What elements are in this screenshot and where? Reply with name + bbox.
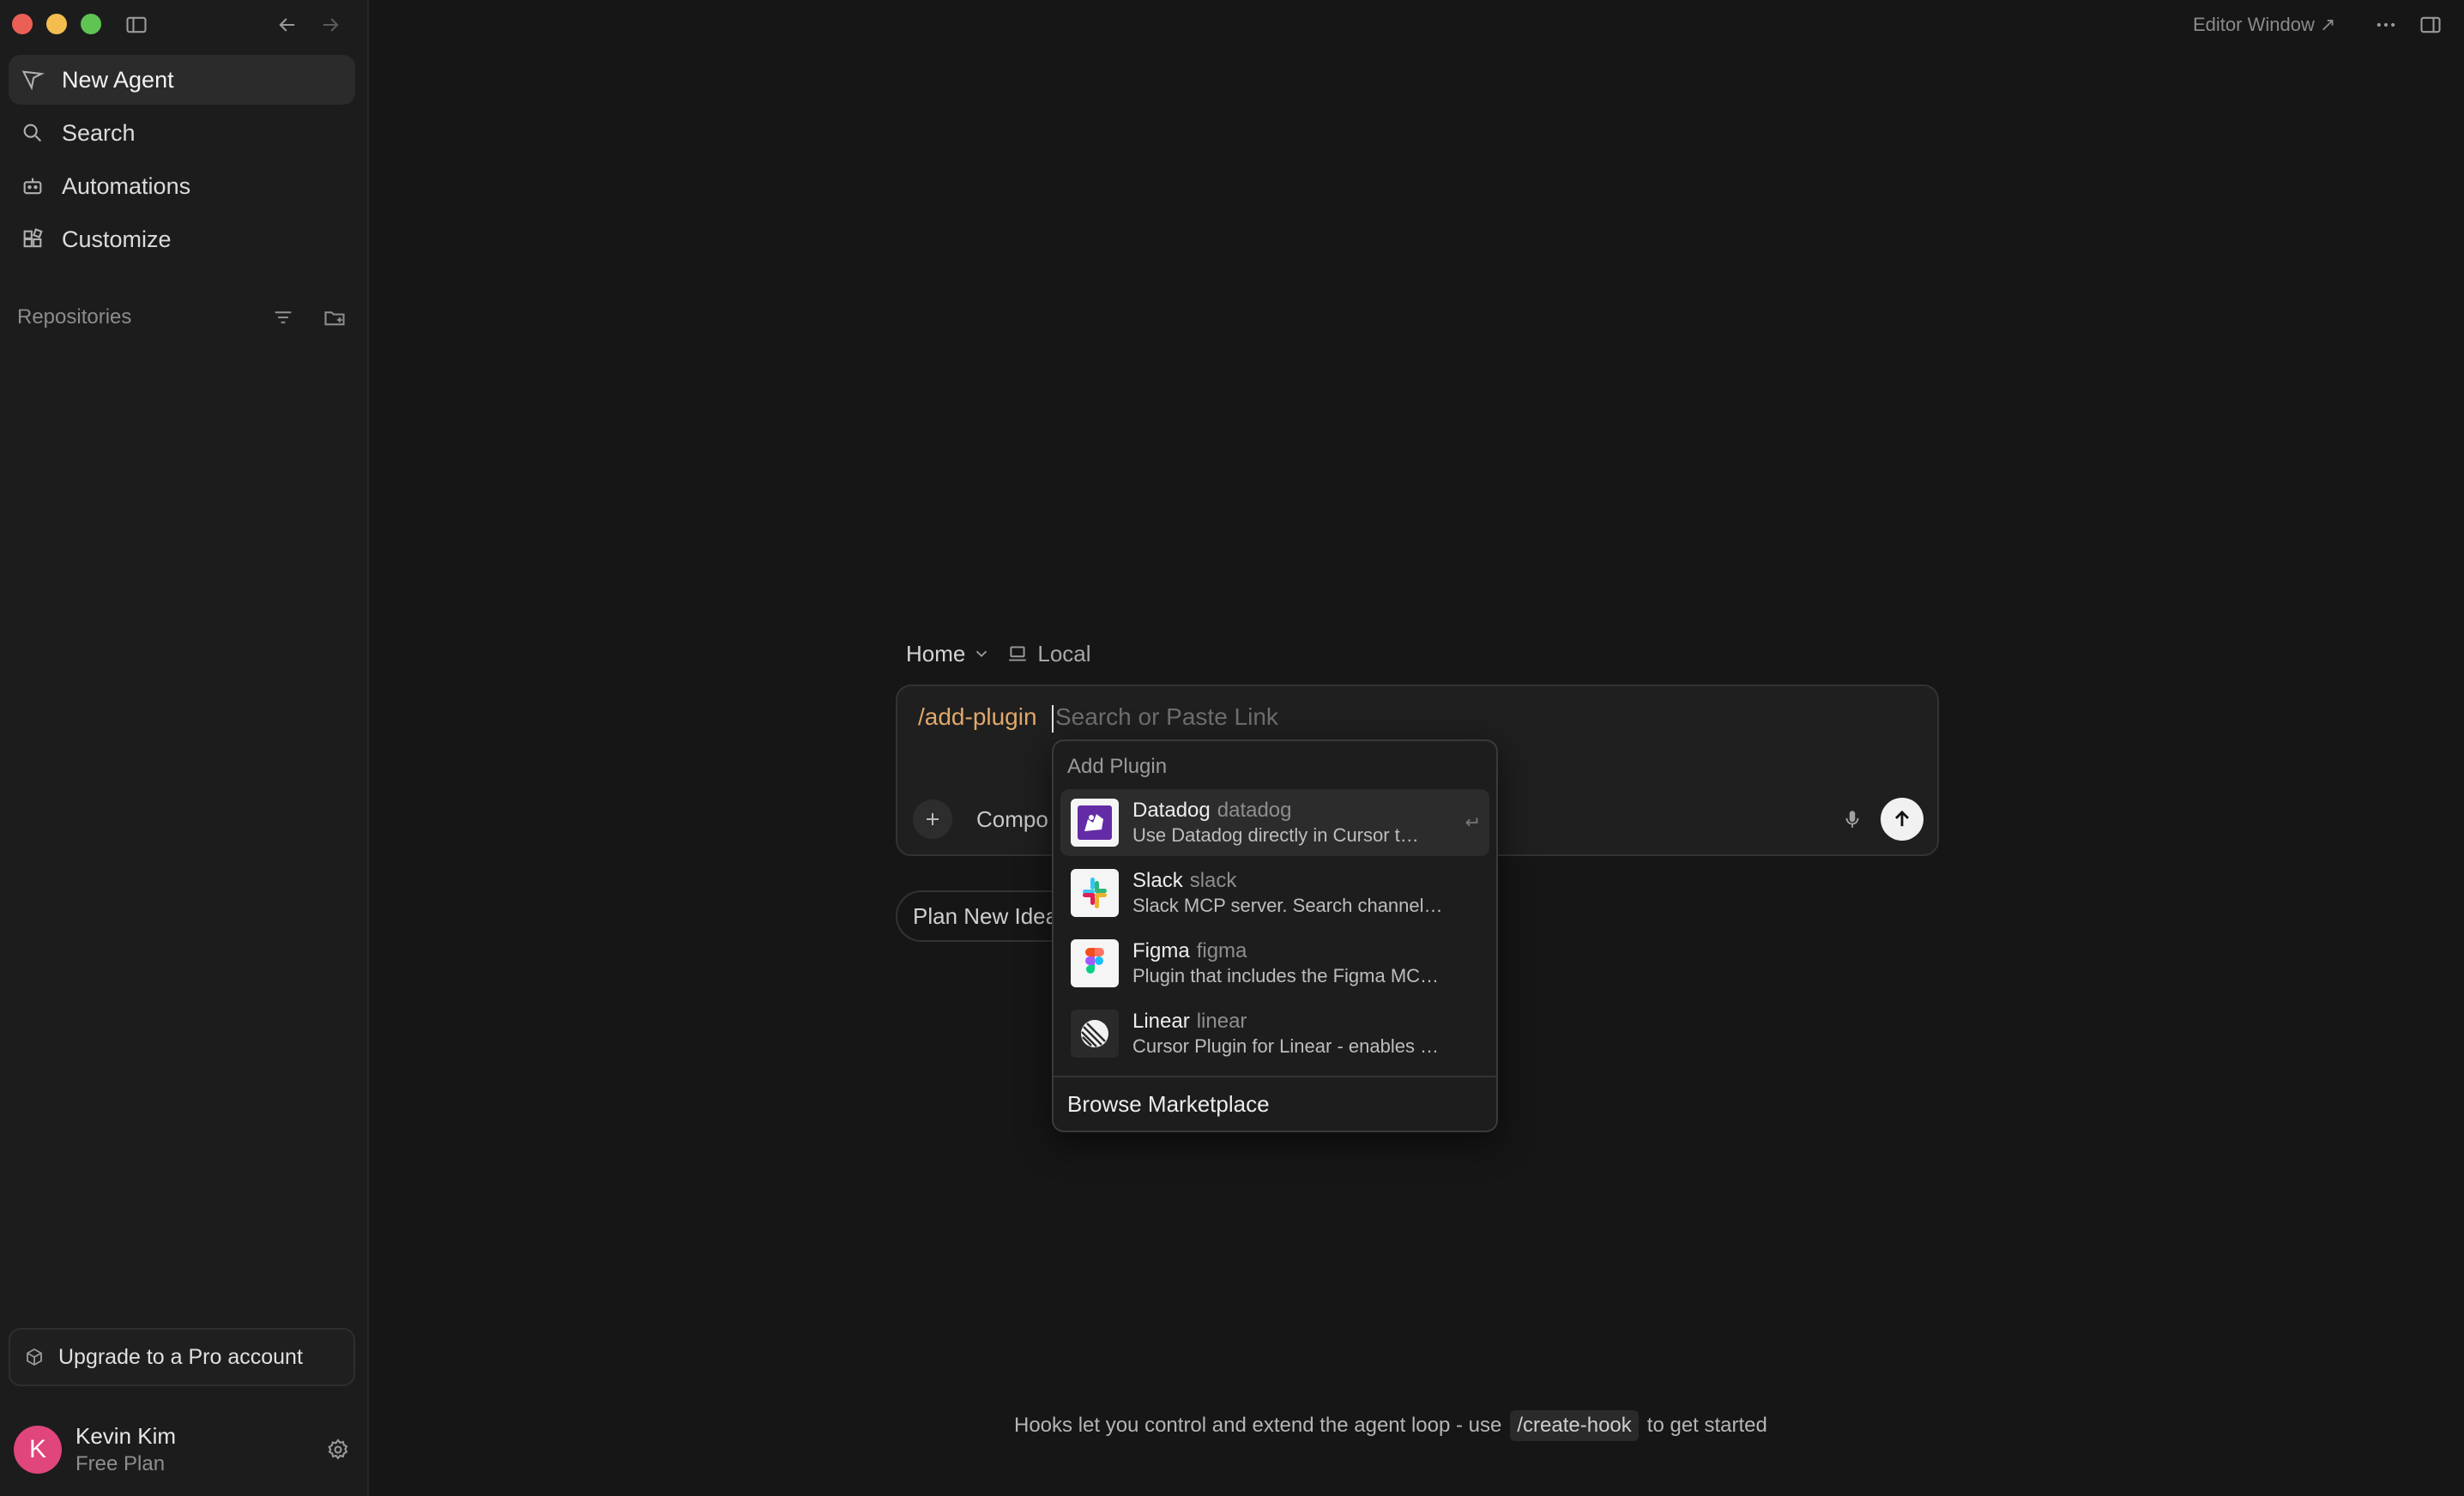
hint-text-before: Hooks let you control and extend the age… (1014, 1414, 1502, 1437)
sidebar-item-automations[interactable]: Automations (9, 161, 355, 211)
mode-selector[interactable]: Compo (976, 806, 1048, 833)
add-folder-icon[interactable] (317, 300, 352, 335)
user-profile[interactable]: K Kevin Kim Free Plan (14, 1417, 355, 1482)
laptop-icon (1009, 646, 1027, 661)
filter-icon[interactable] (266, 300, 300, 335)
editor-window-button[interactable]: Editor Window ↗ (2193, 12, 2335, 38)
dropdown-header: Add Plugin (1067, 755, 1168, 778)
new-agent-icon (21, 70, 45, 91)
sidebar-item-new-agent[interactable]: New Agent (9, 55, 355, 105)
forward-arrow-icon[interactable] (316, 10, 345, 39)
arrow-up-icon (1895, 810, 1909, 827)
user-name: Kevin Kim (75, 1423, 177, 1449)
settings-gear-icon[interactable] (321, 1433, 355, 1467)
plugin-slug: slack (1189, 869, 1237, 892)
slash-command: /add-plugin (918, 703, 1037, 730)
sidebar-item-label: New Agent (62, 66, 174, 93)
plugin-name: Figma (1132, 939, 1190, 962)
create-hook-code: /create-hook (1510, 1410, 1639, 1441)
editor-window-label: Editor Window ↗ (2193, 14, 2336, 35)
plugin-item-linear[interactable]: Linear linear Cursor Plugin for Linear - … (1060, 1000, 1489, 1067)
customize-icon (23, 228, 43, 248)
sidebar-item-search[interactable]: Search (9, 108, 355, 158)
chip-label: Plan New Idea (913, 902, 1059, 929)
dropdown-divider (1054, 1076, 1496, 1077)
sidebar-nav: New Agent Search Automations Customize (9, 55, 355, 268)
plugin-description: Cursor Plugin for Linear - enables … (1132, 1035, 1440, 1057)
send-button[interactable] (1881, 798, 1923, 841)
sidebar-item-customize[interactable]: Customize (9, 214, 355, 264)
figma-logo-icon (1071, 939, 1119, 987)
plugin-name: Slack (1132, 869, 1183, 892)
plugin-item-figma[interactable]: Figma figma Plugin that includes the Figm… (1060, 930, 1489, 997)
sidebar-item-label: Automations (62, 172, 191, 199)
upgrade-label: Upgrade to a Pro account (58, 1344, 303, 1369)
upgrade-pro-button[interactable]: Upgrade to a Pro account (9, 1328, 355, 1386)
search-icon (23, 124, 42, 142)
datadog-logo-icon (1071, 799, 1119, 847)
more-options-icon[interactable] (2371, 10, 2401, 39)
linear-logo-icon (1071, 1010, 1119, 1058)
sidebar: New Agent Search Automations Customize R… (0, 0, 369, 1496)
plugin-name: Datadog (1132, 799, 1211, 822)
automations-icon (23, 178, 42, 195)
breadcrumb: Home Local (906, 636, 1091, 671)
plugin-name: Linear (1132, 1010, 1190, 1033)
add-plugin-dropdown: Add Plugin Datadog datadog Use Datadog di… (1052, 739, 1498, 1132)
repositories-header: Repositories (17, 300, 352, 335)
plugin-description: Slack MCP server. Search channel… (1132, 895, 1443, 916)
app-window: New Agent Search Automations Customize R… (0, 0, 2464, 1496)
plugin-slug: datadog (1217, 799, 1292, 822)
cube-icon (27, 1348, 42, 1366)
text-caret (1052, 705, 1054, 733)
back-arrow-icon[interactable] (273, 10, 302, 39)
repositories-label: Repositories (17, 305, 132, 329)
avatar[interactable]: K (14, 1426, 62, 1474)
microphone-icon[interactable] (1836, 803, 1869, 835)
breadcrumb-local[interactable]: Local (1037, 641, 1090, 667)
close-window-button[interactable] (12, 14, 33, 34)
plugin-description: Use Datadog directly in Cursor t… (1132, 824, 1419, 846)
window-controls (12, 14, 101, 34)
slack-logo-icon (1071, 869, 1119, 917)
maximize-window-button[interactable] (81, 14, 101, 34)
plugin-slug: linear (1196, 1010, 1247, 1033)
enter-key-icon (1465, 817, 1478, 827)
sidebar-item-label: Search (62, 119, 136, 146)
hooks-hint: Hooks let you control and extend the age… (1014, 1410, 1767, 1441)
search-input[interactable]: Search or Paste Link (1055, 703, 1278, 731)
plugin-item-datadog[interactable]: Datadog datadog Use Datadog directly in C… (1060, 789, 1489, 856)
toggle-panel-icon[interactable] (2416, 10, 2445, 39)
add-attachment-button[interactable] (913, 799, 952, 839)
minimize-window-button[interactable] (46, 14, 67, 34)
chevron-down-icon[interactable] (972, 644, 991, 663)
plugin-description: Plugin that includes the Figma MC… (1132, 965, 1440, 986)
plus-icon (927, 813, 939, 825)
hint-text-after: to get started (1646, 1414, 1767, 1437)
breadcrumb-home[interactable]: Home (906, 641, 965, 667)
plugin-slug: figma (1196, 939, 1247, 962)
toggle-sidebar-icon[interactable] (122, 10, 151, 39)
plugin-item-slack[interactable]: Slack slack Slack MCP server. Search chan… (1060, 860, 1489, 926)
sidebar-item-label: Customize (62, 226, 172, 252)
user-plan: Free Plan (75, 1452, 166, 1475)
browse-marketplace-link[interactable]: Browse Marketplace (1067, 1091, 1270, 1118)
